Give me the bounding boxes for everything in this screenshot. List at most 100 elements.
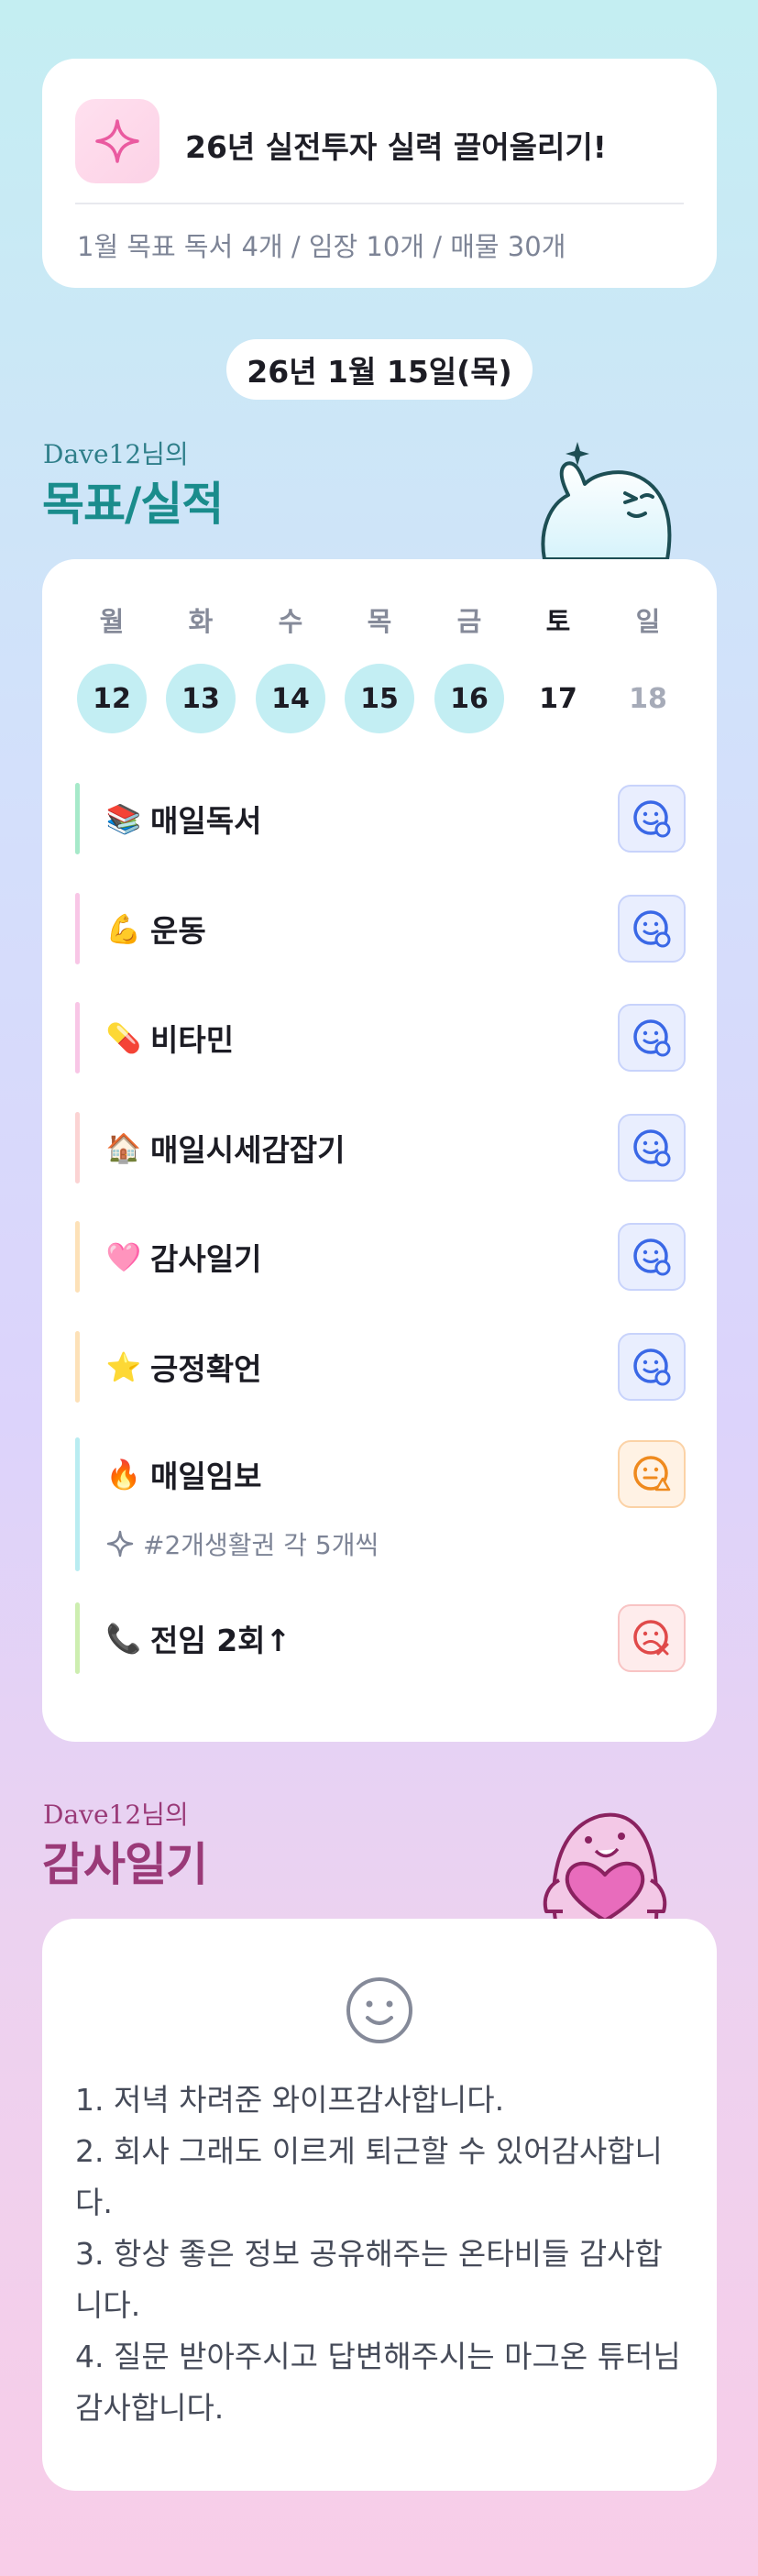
goal-title: 26년 실전투자 실력 끌어올리기! bbox=[185, 129, 607, 165]
day-number: 12 bbox=[77, 664, 147, 733]
habit-label-group: ⭐ 긍정확언 bbox=[104, 1345, 262, 1389]
habit-label-group: 📚 매일독서 bbox=[104, 797, 262, 841]
mascot-waving-icon bbox=[541, 442, 672, 559]
day-number: 18 bbox=[629, 682, 667, 715]
habit-row[interactable]: 📞 전임 2회↑ bbox=[75, 1602, 686, 1674]
status-done-button[interactable] bbox=[618, 1223, 686, 1291]
sad-failed-status-icon bbox=[633, 1620, 669, 1656]
day-number: 15 bbox=[345, 664, 414, 733]
habit-row[interactable]: 🔥 매일임보 #2개생활권 각 5개씩 bbox=[75, 1437, 686, 1571]
neutral-warning-status-icon bbox=[633, 1456, 671, 1492]
habit-row[interactable]: 💪 운동 bbox=[75, 893, 686, 964]
smile-status-icon bbox=[633, 1019, 671, 1057]
day-sun[interactable]: 일 18 bbox=[613, 603, 683, 733]
habit-name: 운동 bbox=[150, 913, 206, 949]
habit-color-bar bbox=[75, 1221, 80, 1293]
day-label: 토 bbox=[545, 606, 571, 637]
smile-status-icon bbox=[633, 800, 671, 838]
status-done-button[interactable] bbox=[618, 785, 686, 853]
habit-color-bar bbox=[75, 1331, 80, 1403]
status-done-button[interactable] bbox=[618, 1114, 686, 1182]
day-number: 14 bbox=[256, 664, 325, 733]
sparkle-icon bbox=[75, 99, 159, 183]
day-label: 일 bbox=[635, 606, 661, 637]
star-icon: ⭐ bbox=[105, 1350, 142, 1384]
habit-label-group: 🩷 감사일기 bbox=[104, 1235, 262, 1279]
gratitude-section-user: Dave12님의 bbox=[43, 1800, 189, 1830]
gratitude-line: 4. 질문 받아주시고 답변해주시는 마그온 튜터님 감사합니다. bbox=[75, 2339, 681, 2426]
habit-label-group: 📞 전임 2회↑ bbox=[104, 1616, 291, 1660]
muscle-icon: 💪 bbox=[105, 912, 142, 946]
habit-name: 매일독서 bbox=[150, 803, 262, 839]
habit-name: 전임 2회↑ bbox=[150, 1623, 291, 1658]
progress-section-title: 목표/실적 bbox=[42, 478, 224, 531]
mascot-heart-icon bbox=[543, 1812, 667, 1921]
habit-color-bar bbox=[75, 1602, 80, 1674]
habit-color-bar bbox=[75, 1437, 80, 1571]
day-number: 17 bbox=[539, 682, 577, 715]
day-number: 13 bbox=[166, 664, 236, 733]
day-label: 화 bbox=[188, 606, 214, 637]
day-tue[interactable]: 화 13 bbox=[166, 603, 236, 733]
progress-card: 월 12 화 13 수 14 목 15 금 16 토 17 일 18 📚 매일독… bbox=[42, 559, 717, 1742]
day-sat[interactable]: 토 17 bbox=[523, 603, 593, 733]
status-failed-button[interactable] bbox=[618, 1604, 686, 1672]
habit-name: 비타민 bbox=[150, 1022, 235, 1058]
gratitude-line: 1. 저녁 차려준 와이프감사합니다. bbox=[75, 2082, 505, 2118]
status-done-button[interactable] bbox=[618, 1004, 686, 1072]
habit-color-bar bbox=[75, 1112, 80, 1183]
habit-row[interactable]: ⭐ 긍정확언 bbox=[75, 1331, 686, 1403]
books-icon: 📚 bbox=[105, 802, 142, 836]
habit-name: 매일임보 bbox=[150, 1459, 262, 1494]
habit-name: 긍정확언 bbox=[150, 1351, 262, 1387]
smile-status-icon bbox=[633, 1238, 671, 1276]
phone-icon: 📞 bbox=[105, 1622, 142, 1656]
gratitude-entries: 1. 저녁 차려준 와이프감사합니다. 2. 회사 그래도 이르게 퇴근할 수 … bbox=[75, 2075, 689, 2434]
gratitude-line: 2. 회사 그래도 이르게 퇴근할 수 있어감사합니다. bbox=[75, 2133, 663, 2220]
fire-icon: 🔥 bbox=[105, 1458, 142, 1492]
habit-color-bar bbox=[75, 783, 80, 854]
habit-row[interactable]: 🏠 매일시세감잡기 bbox=[75, 1112, 686, 1183]
habit-note-group: #2개생활권 각 5개씩 bbox=[104, 1525, 379, 1562]
goal-subtitle: 1월 목표 독서 4개 / 임장 10개 / 매물 30개 bbox=[77, 231, 566, 262]
habit-row[interactable]: 📚 매일독서 bbox=[75, 783, 686, 854]
smile-status-icon bbox=[633, 910, 671, 948]
habit-label-group: 🏠 매일시세감잡기 bbox=[104, 1126, 346, 1170]
smile-status-icon bbox=[633, 1129, 671, 1167]
day-wed[interactable]: 수 14 bbox=[256, 603, 325, 733]
habit-label-group: 🔥 매일임보 bbox=[104, 1452, 262, 1496]
smile-status-icon bbox=[633, 1349, 671, 1386]
habit-note: #2개생활권 각 5개씩 bbox=[143, 1530, 379, 1560]
status-done-button[interactable] bbox=[618, 895, 686, 963]
gratitude-line: 3. 항상 좋은 정보 공유해주는 온타비들 감사합니다. bbox=[75, 2236, 663, 2323]
habit-color-bar bbox=[75, 893, 80, 964]
gratitude-section-title: 감사일기 bbox=[42, 1838, 208, 1891]
day-thu[interactable]: 목 15 bbox=[345, 603, 414, 733]
day-label: 목 bbox=[367, 606, 392, 637]
status-done-button[interactable] bbox=[618, 1333, 686, 1401]
day-label: 금 bbox=[456, 606, 482, 637]
habit-color-bar bbox=[75, 1002, 80, 1073]
house-icon: 🏠 bbox=[105, 1131, 142, 1165]
day-mon[interactable]: 월 12 bbox=[77, 603, 147, 733]
day-label: 월 bbox=[99, 606, 125, 637]
habit-row[interactable]: 🩷 감사일기 bbox=[75, 1221, 686, 1293]
goal-card[interactable]: 26년 실전투자 실력 끌어올리기! 1월 목표 독서 4개 / 임장 10개 … bbox=[42, 59, 717, 288]
habit-name: 감사일기 bbox=[150, 1241, 262, 1277]
pill-icon: 💊 bbox=[105, 1021, 142, 1055]
heart-icon: 🩷 bbox=[105, 1240, 142, 1274]
day-fri[interactable]: 금 16 bbox=[434, 603, 504, 733]
status-warning-button[interactable] bbox=[618, 1440, 686, 1508]
smile-icon bbox=[346, 1977, 412, 2043]
habit-label-group: 💪 운동 bbox=[104, 907, 206, 951]
habit-row[interactable]: 💊 비타민 bbox=[75, 1002, 686, 1073]
habit-name: 매일시세감잡기 bbox=[150, 1132, 346, 1168]
day-number: 16 bbox=[434, 664, 504, 733]
divider bbox=[75, 203, 684, 204]
progress-section-user: Dave12님의 bbox=[43, 439, 189, 469]
habit-label-group: 💊 비타민 bbox=[104, 1016, 234, 1060]
date-pill[interactable]: 26년 1월 15일(목) bbox=[226, 339, 533, 400]
day-label: 수 bbox=[278, 606, 303, 637]
sparkle-small-icon bbox=[106, 1530, 134, 1558]
gratitude-card: 1. 저녁 차려준 와이프감사합니다. 2. 회사 그래도 이르게 퇴근할 수 … bbox=[42, 1919, 717, 2491]
